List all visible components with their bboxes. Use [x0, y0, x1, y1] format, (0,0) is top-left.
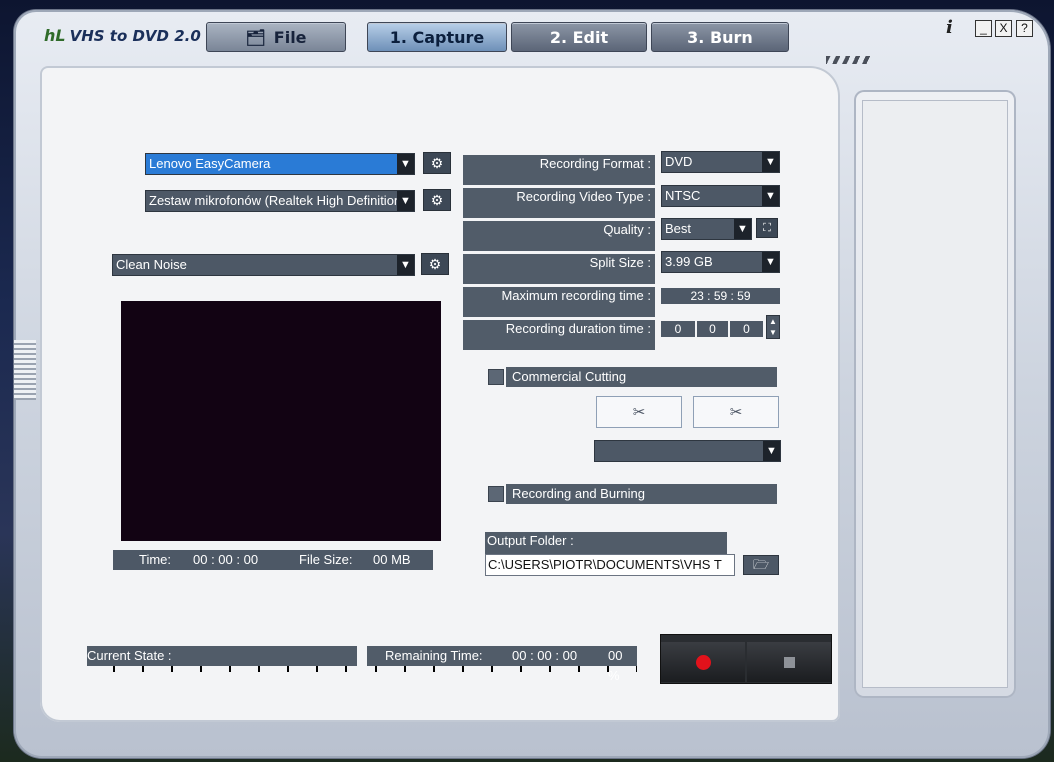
tab-burn-label: 3. Burn — [687, 27, 753, 47]
folder-icon: 🗂 — [245, 27, 266, 47]
audio-device-select[interactable]: Zestaw mikrofonów (Realtek High Definiti… — [145, 190, 415, 212]
tab-edit-label: 2. Edit — [549, 27, 609, 47]
recording-burning-checkbox[interactable] — [488, 486, 504, 502]
quality-select[interactable]: Best ▼ — [661, 218, 752, 240]
stop-icon — [783, 656, 795, 668]
video-device-select[interactable]: Lenovo EasyCamera ▼ — [145, 153, 415, 175]
filesize-label: File Size: — [299, 552, 353, 567]
duration-hours-field[interactable]: 0 — [661, 321, 695, 337]
remaining-label: Remaining Time: — [385, 648, 483, 663]
duration-spinner[interactable]: ▲ ▼ — [766, 315, 780, 339]
noise-filter-value: Clean Noise — [116, 257, 187, 272]
noise-filter-select[interactable]: Clean Noise ▼ — [112, 254, 415, 276]
duration-label: Recording duration time : — [463, 320, 655, 350]
duration-minutes-field[interactable]: 0 — [697, 321, 728, 337]
tab-capture-label: 1. Capture — [389, 27, 485, 47]
recording-format-select[interactable]: DVD ▼ — [661, 151, 780, 173]
current-state-label: Current State : — [87, 648, 172, 663]
scissors-icon: ✂ — [729, 404, 743, 421]
left-edge-grip — [14, 340, 36, 400]
folder-open-icon: 🗁 — [752, 557, 770, 572]
record-button[interactable] — [661, 642, 745, 682]
commercial-list-select[interactable]: ▼ — [594, 440, 781, 462]
chevron-down-icon: ▼ — [763, 441, 780, 461]
close-button[interactable]: X — [995, 20, 1012, 37]
recording-burning-label: Recording and Burning — [506, 484, 777, 504]
max-time-field[interactable]: 23 : 59 : 59 — [661, 288, 780, 304]
chevron-down-icon: ▼ — [762, 152, 779, 172]
remaining-value: 00 : 00 : 00 — [512, 648, 578, 663]
tab-burn[interactable]: 3. Burn — [651, 22, 789, 52]
help-button[interactable]: ? — [1016, 20, 1033, 37]
fullscreen-icon[interactable]: ⛶ — [756, 218, 778, 238]
current-state-field: Current State : — [87, 646, 357, 666]
commercial-cutting-checkbox[interactable] — [488, 369, 504, 385]
video-type-select[interactable]: NTSC ▼ — [661, 185, 780, 207]
time-progress-ticks — [375, 666, 637, 672]
chevron-down-icon: ▼ — [762, 186, 779, 206]
video-settings-gear-icon[interactable]: ⚙ — [423, 152, 451, 174]
audio-settings-gear-icon[interactable]: ⚙ — [423, 189, 451, 211]
state-progress-ticks — [113, 666, 357, 672]
recording-format-label: Recording Format : — [463, 155, 655, 185]
video-preview — [121, 301, 441, 541]
video-device-value: Lenovo EasyCamera — [149, 156, 271, 171]
browse-folder-button[interactable]: 🗁 — [743, 555, 779, 575]
scissors-icon: ✂ — [632, 404, 646, 421]
cut-start-button[interactable]: ✂ — [596, 396, 682, 428]
filter-settings-gear-icon[interactable]: ⚙ — [421, 253, 449, 275]
tab-file[interactable]: 🗂 File — [206, 22, 346, 52]
decorative-stripes — [826, 56, 870, 64]
record-icon — [695, 654, 711, 670]
preview-statusbar: Time: 00 : 00 : 00 File Size: 00 MB — [113, 550, 433, 570]
quality-label: Quality : — [463, 221, 655, 251]
time-label: Time: — [139, 552, 172, 567]
stop-button[interactable] — [747, 642, 831, 682]
tab-capture[interactable]: 1. Capture — [367, 22, 507, 52]
audio-device-value: Zestaw mikrofonów (Realtek High Definiti… — [149, 193, 414, 208]
info-icon[interactable]: i — [946, 17, 953, 38]
app-logo: hL VHS to DVD 2.0 — [44, 26, 201, 45]
minimize-button[interactable]: _ — [975, 20, 992, 37]
chevron-down-icon: ▼ — [734, 219, 751, 239]
max-time-label: Maximum recording time : — [463, 287, 655, 317]
side-panel-content — [862, 100, 1008, 688]
logo-mark: hL — [44, 26, 66, 45]
remaining-time-field: Remaining Time: 00 : 00 : 00 00 % — [367, 646, 637, 683]
chevron-down-icon: ▼ — [397, 191, 414, 211]
time-value: 00 : 00 : 00 — [193, 552, 259, 567]
tab-file-label: File — [273, 27, 307, 47]
tab-edit[interactable]: 2. Edit — [511, 22, 647, 52]
output-folder-label: Output Folder : — [485, 532, 727, 554]
chevron-down-icon: ▼ — [762, 252, 779, 272]
video-type-label: Recording Video Type : — [463, 188, 655, 218]
app-title: VHS to DVD 2.0 — [69, 26, 201, 45]
split-size-select[interactable]: 3.99 GB ▼ — [661, 251, 780, 273]
duration-seconds-field[interactable]: 0 — [730, 321, 763, 337]
split-size-label: Split Size : — [463, 254, 655, 284]
commercial-cutting-label: Commercial Cutting — [506, 367, 777, 387]
filesize-value: 00 MB — [373, 552, 411, 567]
chevron-down-icon: ▼ — [397, 255, 414, 275]
chevron-down-icon: ▼ — [397, 154, 414, 174]
output-folder-input[interactable]: C:\USERS\PIOTR\DOCUMENTS\VHS T — [485, 554, 735, 576]
cut-end-button[interactable]: ✂ — [693, 396, 779, 428]
